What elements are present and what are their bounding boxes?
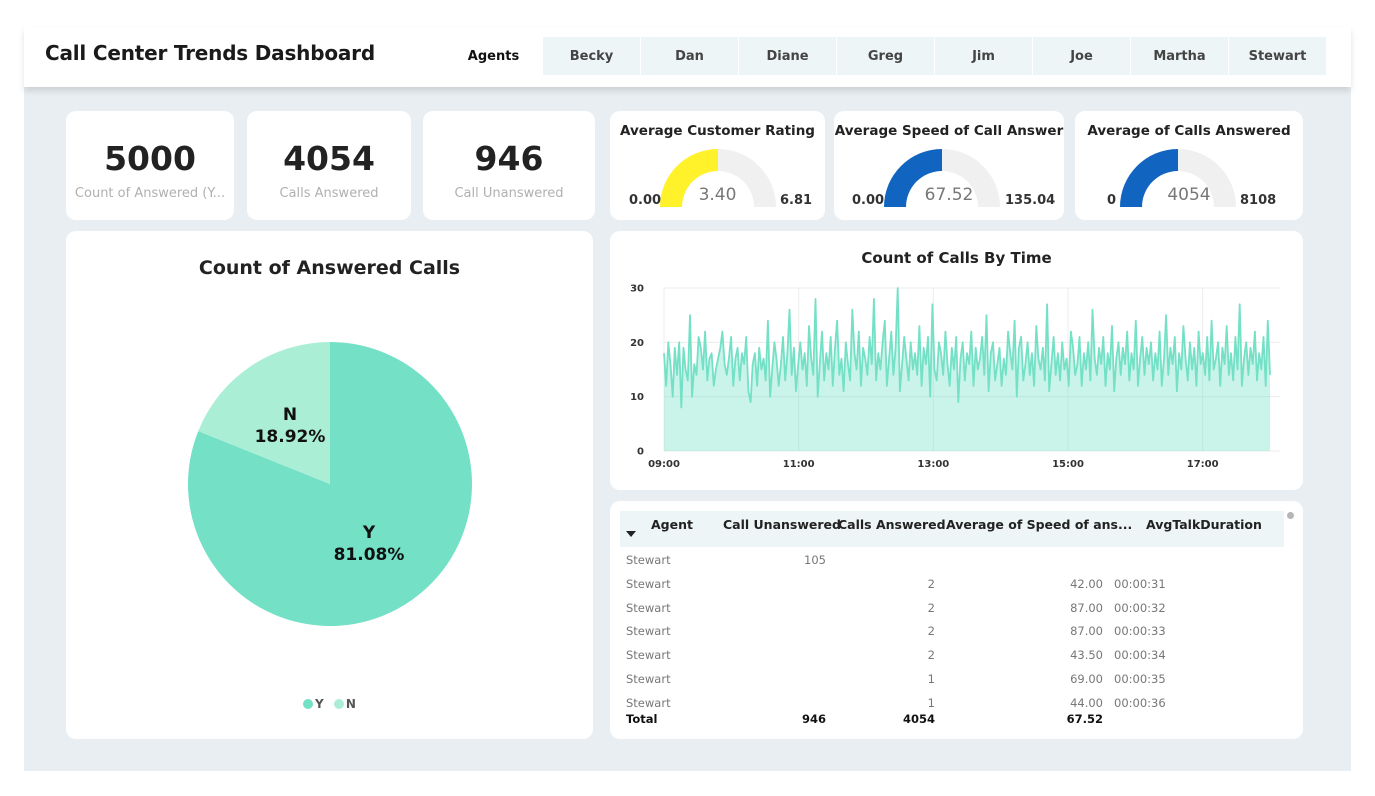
x-tick-label: 09:00 — [648, 459, 680, 470]
cell-speed: 44.00 — [1070, 696, 1103, 710]
column-header-calls-answered[interactable]: Calls Answered — [838, 517, 946, 532]
tab-stewart[interactable]: Stewart — [1229, 37, 1326, 75]
kpi-label: Call Unanswered — [454, 186, 564, 201]
y-axis-ticks: 0 10 20 30 — [630, 284, 644, 458]
y-tick-label: 20 — [630, 338, 644, 349]
y-tick-label: 30 — [630, 284, 644, 295]
pie-legend: Y N — [66, 697, 593, 711]
line-chart-card[interactable]: Count of Calls By Time 0 10 20 30 09:00 11:0… — [610, 231, 1303, 490]
calls-area — [664, 288, 1270, 451]
cell-talk-duration: 00:00:33 — [1114, 624, 1166, 638]
sort-desc-icon[interactable] — [626, 531, 636, 537]
report-header: Call Center Trends Dashboard Agents Beck… — [24, 27, 1351, 87]
cell-speed: 87.00 — [1070, 601, 1103, 615]
tab-joe[interactable]: Joe — [1033, 37, 1130, 75]
agent-table-card[interactable]: Agent Call Unanswered Calls Answered Ave… — [610, 501, 1303, 739]
gauge-card-avg-calls-answered[interactable]: Average of Calls Answered 0 4054 8108 — [1075, 111, 1303, 220]
total-unanswered: 946 — [801, 712, 826, 726]
gauge-card-speed-of-answer[interactable]: Average Speed of Call Answer 0.00 67.52 … — [834, 111, 1064, 220]
cell-talk-duration: 00:00:35 — [1114, 672, 1166, 686]
x-axis-ticks: 09:00 11:00 13:00 15:00 17:00 — [648, 459, 1219, 470]
pie-chart: N 18.92% Y 81.08% — [187, 342, 473, 626]
gauge-max: 8108 — [1240, 193, 1277, 208]
page-title: Call Center Trends Dashboard — [45, 41, 375, 65]
pie-chart-card[interactable]: Count of Answered Calls N 18.92% Y 81.08… — [66, 231, 593, 739]
gauge-max: 135.04 — [1005, 193, 1056, 208]
table-row[interactable]: Stewart 2 87.00 00:00:32 — [610, 601, 1290, 625]
x-tick-label: 17:00 — [1187, 459, 1219, 470]
x-tick-label: 15:00 — [1052, 459, 1084, 470]
kpi-label: Calls Answered — [279, 186, 379, 201]
tab-dan[interactable]: Dan — [641, 37, 738, 75]
legend-item-y[interactable]: Y — [315, 697, 324, 711]
kpi-value: 5000 — [104, 139, 196, 178]
cell-agent: Stewart — [626, 553, 671, 567]
column-header-call-unanswered[interactable]: Call Unanswered — [723, 517, 841, 532]
cell-answered: 2 — [927, 624, 935, 638]
tab-agents[interactable]: Agents — [445, 37, 542, 75]
total-label: Total — [626, 712, 658, 726]
cell-agent: Stewart — [626, 648, 671, 662]
column-header-avg-speed[interactable]: Average of Speed of ans... — [946, 517, 1132, 532]
cell-unanswered: 105 — [804, 553, 826, 567]
table-row[interactable]: Stewart 2 42.00 00:00:31 — [610, 577, 1290, 601]
cell-talk-duration: 00:00:36 — [1114, 696, 1166, 710]
cell-agent: Stewart — [626, 624, 671, 638]
column-header-agent[interactable]: Agent — [651, 517, 693, 532]
gauge-max: 6.81 — [780, 193, 813, 208]
kpi-value: 4054 — [283, 139, 375, 178]
cell-speed: 69.00 — [1070, 672, 1103, 686]
table-row[interactable]: Stewart 2 87.00 00:00:33 — [610, 624, 1290, 648]
cell-agent: Stewart — [626, 696, 671, 710]
kpi-card-calls-answered[interactable]: 4054 Calls Answered — [247, 111, 411, 220]
cell-talk-duration: 00:00:34 — [1114, 648, 1166, 662]
cell-answered: 1 — [927, 672, 935, 686]
y-tick-label: 0 — [637, 447, 644, 458]
total-speed: 67.52 — [1066, 712, 1103, 726]
table-total-row: Total 946 4054 67.52 — [610, 712, 1290, 736]
x-tick-label: 13:00 — [917, 459, 949, 470]
table-row[interactable]: Stewart 105 — [610, 553, 1290, 577]
tab-jim[interactable]: Jim — [935, 37, 1032, 75]
cell-agent: Stewart — [626, 577, 671, 591]
kpi-value: 946 — [474, 139, 544, 178]
cell-answered: 2 — [927, 577, 935, 591]
table-row[interactable]: Stewart 2 43.50 00:00:34 — [610, 648, 1290, 672]
calls-by-time-chart: 0 10 20 30 09:00 11:00 13:00 15:00 17:00 — [630, 284, 1280, 470]
legend-item-n[interactable]: N — [346, 697, 356, 711]
kpi-card-call-unanswered[interactable]: 946 Call Unanswered — [423, 111, 595, 220]
table-scrollbar[interactable] — [1287, 512, 1294, 519]
agent-tabs: Agents Becky Dan Diane Greg Jim Joe Mart… — [445, 37, 1327, 75]
gauge-card-customer-rating[interactable]: Average Customer Rating 0.00 3.40 6.81 — [610, 111, 825, 220]
cell-speed: 87.00 — [1070, 624, 1103, 638]
cell-talk-duration: 00:00:32 — [1114, 601, 1166, 615]
cell-talk-duration: 00:00:31 — [1114, 577, 1166, 591]
kpi-card-count-answered[interactable]: 5000 Count of Answered (Y... — [66, 111, 234, 220]
column-header-avg-talk-duration[interactable]: AvgTalkDuration — [1146, 517, 1262, 532]
cell-answered: 2 — [927, 601, 935, 615]
tab-greg[interactable]: Greg — [837, 37, 934, 75]
y-tick-label: 10 — [630, 392, 644, 403]
tab-becky[interactable]: Becky — [543, 37, 640, 75]
legend-dot-y-icon — [303, 699, 314, 709]
tab-diane[interactable]: Diane — [739, 37, 836, 75]
table-row[interactable]: Stewart 1 69.00 00:00:35 — [610, 672, 1290, 696]
cell-answered: 2 — [927, 648, 935, 662]
pie-label-n-name: N — [283, 405, 297, 425]
x-tick-label: 11:00 — [783, 459, 815, 470]
kpi-label: Count of Answered (Y... — [74, 186, 226, 201]
cell-answered: 1 — [927, 696, 935, 710]
legend-dot-n-icon — [333, 699, 344, 709]
cell-agent: Stewart — [626, 672, 671, 686]
cell-speed: 43.50 — [1070, 648, 1103, 662]
pie-label-y-percent: 81.08% — [334, 545, 405, 565]
tab-martha[interactable]: Martha — [1131, 37, 1228, 75]
cell-agent: Stewart — [626, 601, 671, 615]
pie-label-n-percent: 18.92% — [255, 427, 326, 447]
pie-label-y-name: Y — [362, 523, 376, 543]
total-answered: 4054 — [902, 712, 935, 726]
table-header: Agent Call Unanswered Calls Answered Ave… — [620, 511, 1284, 547]
cell-speed: 42.00 — [1070, 577, 1103, 591]
